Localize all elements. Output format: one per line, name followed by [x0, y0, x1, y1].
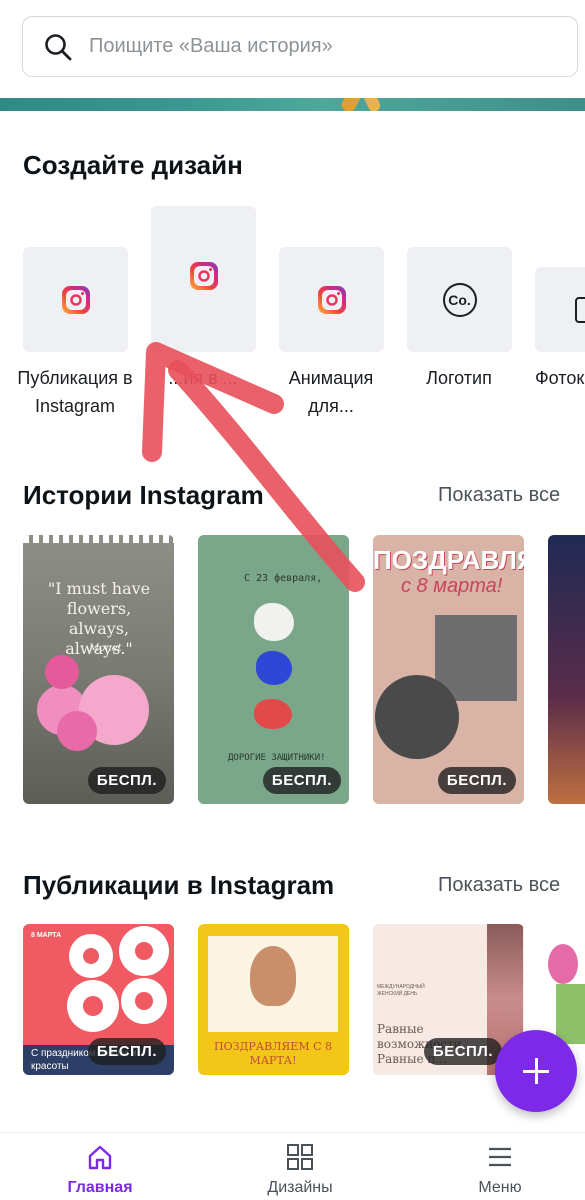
- nav-label: Главная: [67, 1179, 133, 1196]
- create-fab-button[interactable]: [495, 1030, 577, 1112]
- annotation-arrow: [142, 342, 365, 592]
- nav-label: Меню: [478, 1179, 522, 1196]
- nav-designs[interactable]: Дизайны: [225, 1133, 375, 1200]
- nav-menu[interactable]: Меню: [425, 1133, 575, 1200]
- home-icon: [88, 1145, 112, 1170]
- nav-label: Дизайны: [267, 1179, 333, 1196]
- menu-icon: [489, 1147, 511, 1167]
- grid-icon: [287, 1144, 313, 1170]
- plus-icon: [523, 1058, 549, 1084]
- bottom-nav: Главная Дизайны Меню: [0, 1132, 585, 1200]
- nav-home[interactable]: Главная: [25, 1133, 175, 1200]
